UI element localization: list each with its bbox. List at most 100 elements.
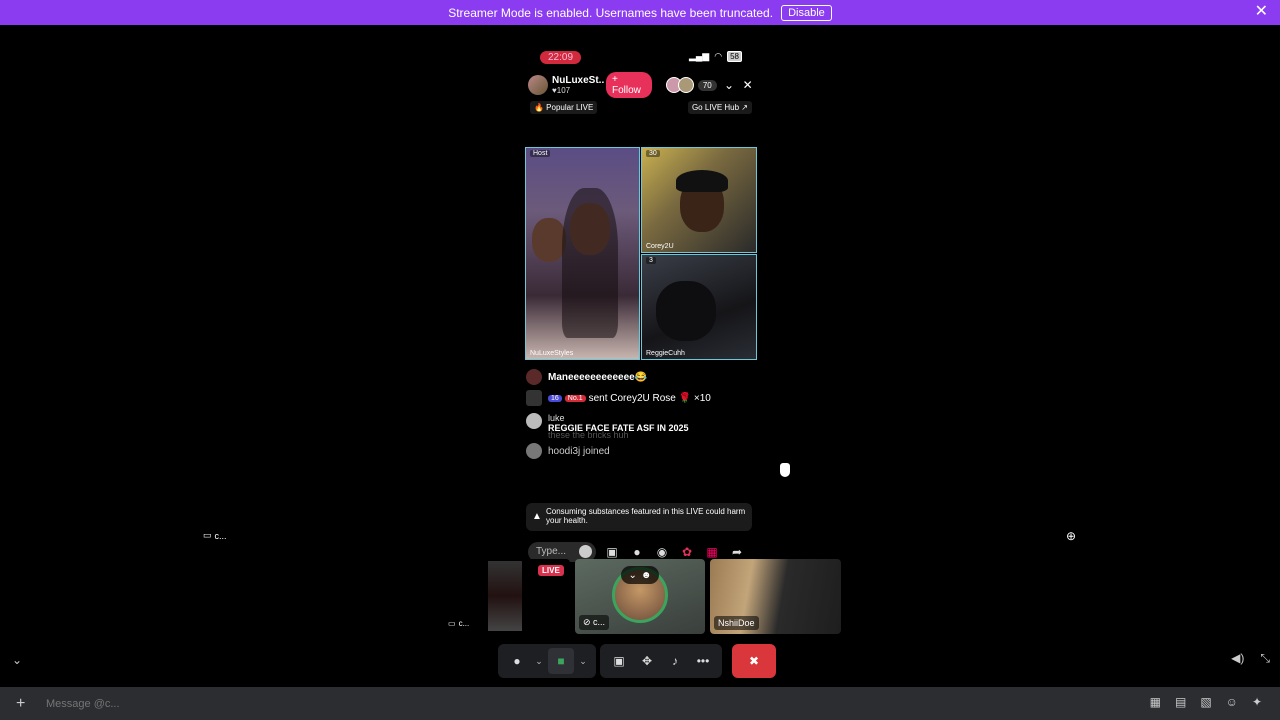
camera-off-icon: ⊘: [583, 617, 594, 627]
participant-name: c...: [593, 617, 606, 627]
calendar-icon: [526, 390, 542, 406]
stream-preview: [488, 561, 522, 631]
chat-join-message: hoodi3j joined: [526, 441, 756, 461]
chat-message: Maneeeeeeeeeeee😂: [526, 367, 756, 387]
live-chat: Maneeeeeeeeeeee😂 16 No.1 sent Corey2U Ro…: [526, 367, 756, 461]
emoji-icon[interactable]: ☺: [1226, 695, 1238, 709]
guest-video-tile[interactable]: 3 ReggieCuhh: [641, 254, 757, 360]
warning-text: Consuming substances featured in this LI…: [546, 507, 746, 525]
wifi-icon: ◠: [714, 51, 723, 61]
warning-icon: ▲: [532, 511, 542, 522]
health-warning: ▲ Consuming substances featured in this …: [526, 503, 752, 531]
exit-fullscreen-icon[interactable]: ⤡: [1260, 651, 1270, 666]
status-icons: ▂▄▆ ◠ 58: [689, 51, 742, 62]
message-input[interactable]: [46, 697, 946, 710]
chevron-down-icon[interactable]: ⌄: [629, 570, 637, 581]
close-icon[interactable]: ✕: [741, 78, 754, 92]
screen-share-icon: ▭: [203, 530, 212, 540]
mouse-cursor: [780, 463, 790, 477]
streamer-mode-banner: Streamer Mode is enabled. Usernames have…: [0, 0, 1280, 25]
camera-icon[interactable]: ■: [548, 648, 574, 674]
participant-tile[interactable]: NshiiDoe: [710, 559, 841, 634]
chat-text: hoodi3j joined: [548, 445, 610, 457]
host-avatar[interactable]: [528, 75, 548, 95]
plus-icon[interactable]: +: [16, 695, 32, 713]
battery-icon: 58: [727, 51, 742, 62]
stream-label-text: c...: [458, 619, 470, 628]
gif-icon[interactable]: ▤: [1175, 695, 1186, 709]
chat-user: luke: [548, 413, 565, 423]
host-video-tile[interactable]: Host NuLuxeStyles: [525, 147, 640, 360]
host-header: NuLuxeSt... ♥107 + Follow 70 ⌄ ✕: [528, 72, 754, 98]
host-tile-name: NuLuxeStyles: [530, 350, 574, 357]
banner-text: Streamer Mode is enabled. Usernames have…: [448, 5, 774, 20]
sticker-icon[interactable]: ▧: [1200, 695, 1211, 709]
zoom-icon[interactable]: ⊕: [1066, 529, 1076, 543]
tiktok-live-screen: 22:09 ▂▄▆ ◠ 58 NuLuxeSt... ♥107 + Follow…: [522, 45, 760, 562]
signal-icon: ▂▄▆: [689, 51, 710, 61]
guest-name: Corey2U: [646, 243, 674, 250]
viewer-avatars[interactable]: [665, 77, 694, 93]
apps-icon[interactable]: ✦: [1252, 695, 1262, 709]
microphone-icon[interactable]: ●: [504, 648, 530, 674]
host-likes: ♥107: [552, 86, 571, 95]
guest-score: 3: [646, 257, 656, 264]
message-tools: ▦ ▤ ▧ ☺ ✦: [1150, 695, 1262, 709]
stream-stage: 22:09 ▂▄▆ ◠ 58 NuLuxeSt... ♥107 + Follow…: [0, 25, 1280, 687]
avatar: [677, 77, 694, 93]
rank-badge: No.1: [564, 394, 586, 402]
participant-label: ⊘ c...: [579, 615, 610, 630]
participant-strip: LIVE ▭ c... ⌄ ☻ ⊘ c... NshiiDoe: [440, 559, 842, 635]
chat-text: Maneeeeeeeeeeee😂: [548, 371, 648, 383]
host-label: Host: [530, 150, 551, 157]
disconnect-button[interactable]: ✖: [732, 644, 776, 678]
chevron-down-icon[interactable]: ⌄: [576, 656, 590, 667]
close-icon[interactable]: ✕: [1255, 4, 1268, 20]
screen-share-icon: ▭: [448, 619, 456, 628]
stream-label: ▭ c...: [448, 619, 469, 628]
guest-name: ReggieCuhh: [646, 350, 685, 357]
host-info: NuLuxeSt... ♥107: [552, 75, 604, 95]
comment-placeholder: Type...: [536, 546, 567, 557]
disable-streamer-mode-button[interactable]: Disable: [781, 4, 832, 21]
chevron-down-icon[interactable]: ⌄: [12, 653, 22, 667]
activities-icon[interactable]: ✥: [634, 648, 660, 674]
host-person-1: [532, 218, 566, 262]
call-controls: ● ⌄ ■ ⌄ ▣ ✥ ♪ ••• ✖: [498, 644, 776, 678]
soundboard-icon[interactable]: ♪: [662, 648, 688, 674]
gift-icon[interactable]: ▦: [1150, 695, 1161, 709]
chat-gift-message: 16 No.1 sent Corey2U Rose 🌹 ×10: [526, 387, 756, 409]
popular-live-tag[interactable]: 🔥 Popular LIVE: [530, 101, 598, 114]
activity-controls: ▣ ✥ ♪ •••: [600, 644, 722, 678]
status-bar: 22:09 ▂▄▆ ◠ 58: [522, 51, 760, 67]
follow-button[interactable]: + Follow: [606, 72, 652, 98]
message-bar: + ▦ ▤ ▧ ☺ ✦: [0, 687, 1280, 720]
guest-face: [656, 281, 716, 341]
guest-video-tile[interactable]: 30 Corey2U: [641, 147, 757, 253]
avatar: [526, 413, 542, 429]
go-live-hub-tag[interactable]: Go LIVE Hub ↗: [687, 101, 752, 114]
viewer-count[interactable]: 70: [697, 79, 717, 91]
stream-thumbnail[interactable]: LIVE ▭ c...: [440, 559, 570, 634]
tile-controls[interactable]: ⌄ ☻: [621, 566, 659, 584]
more-icon[interactable]: •••: [690, 648, 716, 674]
chat-text: sent Corey2U Rose 🌹 ×10: [588, 392, 711, 404]
level-badge: 16: [548, 394, 562, 402]
host-name[interactable]: NuLuxeSt...: [552, 75, 604, 86]
stream-owner-name: c...: [214, 530, 227, 541]
avatar: [526, 443, 542, 459]
stage-right-controls: ◀) ⤡: [1231, 651, 1270, 666]
chevron-down-icon[interactable]: ⌄: [723, 78, 736, 92]
status-time: 22:09: [540, 51, 582, 64]
guest-score: 30: [646, 150, 660, 157]
audio-video-controls: ● ⌄ ■ ⌄: [498, 644, 596, 678]
participant-tile[interactable]: ⌄ ☻ ⊘ c...: [575, 559, 705, 634]
stream-owner-label: ▭ c...: [203, 530, 227, 541]
screen-share-icon[interactable]: ▣: [606, 648, 632, 674]
chevron-down-icon[interactable]: ⌄: [532, 656, 546, 667]
users-icon[interactable]: ☻: [641, 570, 652, 581]
emoji-icon[interactable]: [579, 545, 592, 558]
chat-body: luke REGGIE FACE FATE ASF IN 2025 these …: [548, 413, 689, 440]
participant-name: NshiiDoe: [714, 616, 759, 630]
volume-icon[interactable]: ◀): [1231, 651, 1244, 666]
